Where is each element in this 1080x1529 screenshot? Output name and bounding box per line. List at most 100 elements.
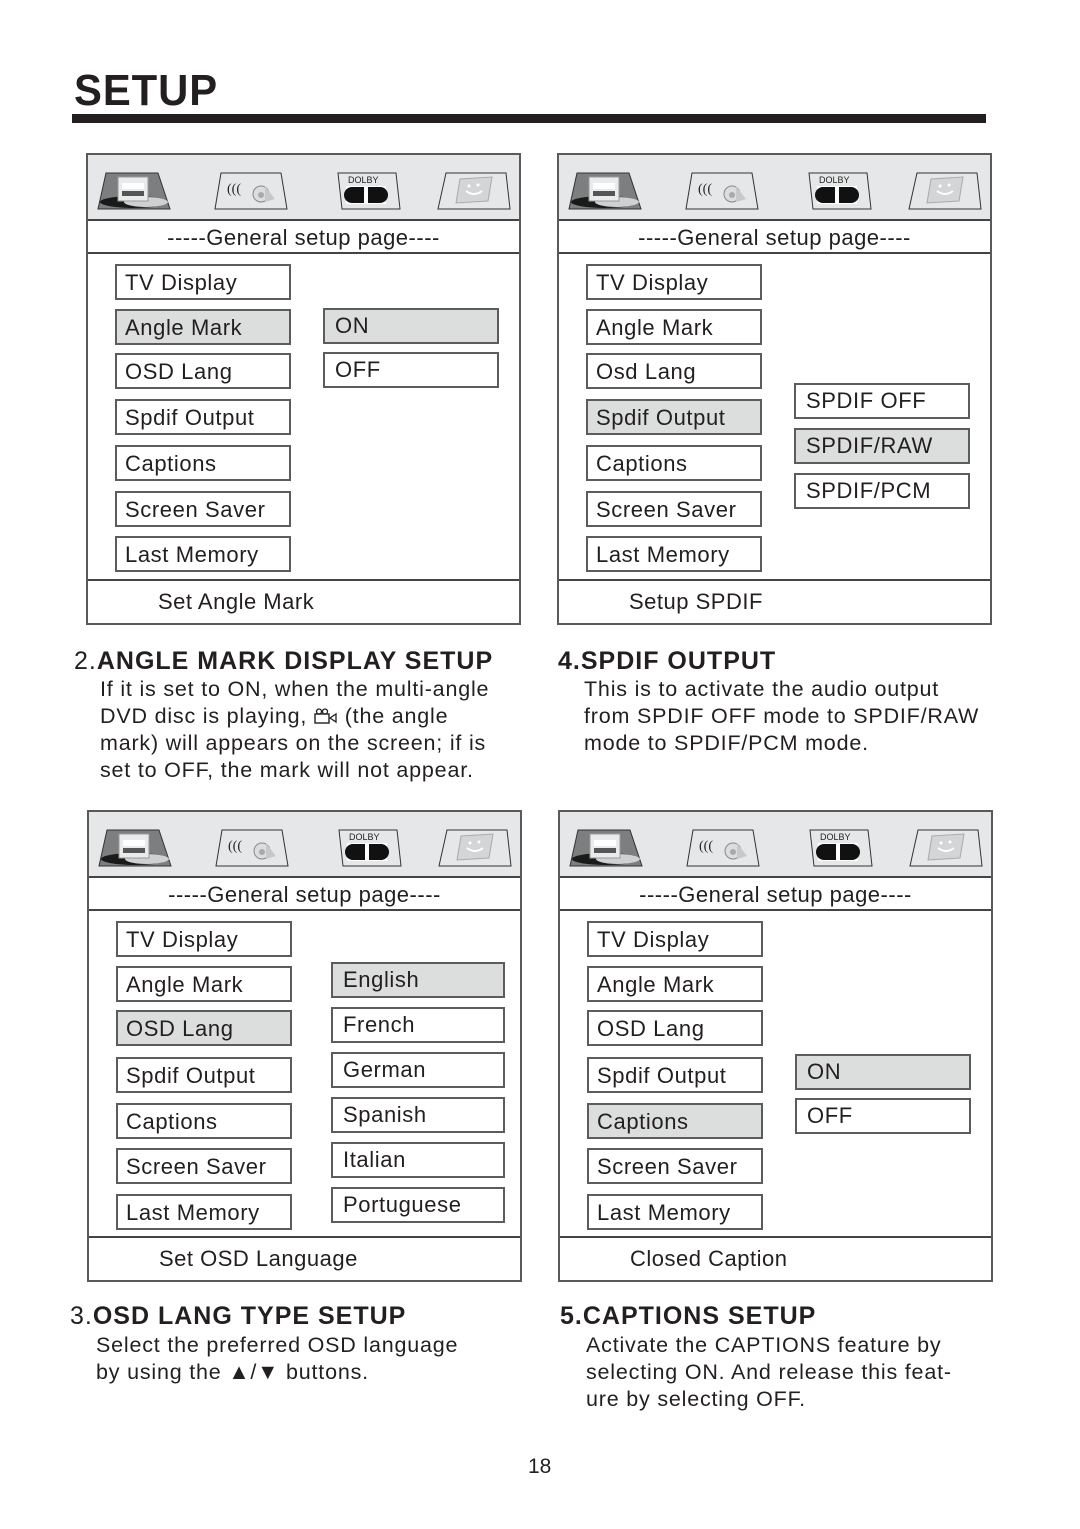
menu-item-tv-display[interactable]: TV Display	[586, 264, 762, 300]
menu-item-last-memory[interactable]: Last Memory	[116, 1194, 292, 1230]
body-line: set to OFF, the mark will not appear.	[100, 758, 474, 782]
page-title: SETUP	[74, 66, 219, 115]
audio-setup-tab-icon[interactable]: (((	[684, 171, 760, 211]
menu-item-angle-mark[interactable]: Angle Mark	[587, 966, 763, 1002]
section-number: 4.	[558, 647, 581, 675]
setup-tab-bar: ((( DOLBY	[559, 155, 990, 221]
menu-item-spdif-output[interactable]: Spdif Output	[586, 399, 762, 435]
body-line: mark) will appears on the screen; if is	[100, 731, 487, 755]
option-french[interactable]: French	[331, 1007, 505, 1043]
option-spdif-pcm[interactable]: SPDIF/PCM	[794, 473, 970, 509]
angle-mark-icon	[314, 708, 337, 724]
general-setup-tab-icon[interactable]	[97, 828, 173, 868]
section-title: CAPTIONS SETUP	[582, 1302, 817, 1330]
option-spdif-raw[interactable]: SPDIF/RAW	[794, 428, 970, 464]
option-italian[interactable]: Italian	[331, 1142, 505, 1178]
menu-item-osd-lang[interactable]: Osd Lang	[586, 353, 762, 389]
option-on[interactable]: ON	[795, 1054, 971, 1090]
option-portuguese[interactable]: Portuguese	[331, 1187, 505, 1223]
menu-item-osd-lang[interactable]: OSD Lang	[115, 353, 291, 389]
section-number: 3.	[70, 1302, 93, 1330]
menu-item-screen-saver[interactable]: Screen Saver	[587, 1148, 763, 1184]
svg-text:(((: (((	[228, 839, 242, 854]
section-heading-spdif: 4.SPDIF OUTPUT	[558, 647, 776, 676]
menu-item-last-memory[interactable]: Last Memory	[586, 536, 762, 572]
dolby-setup-tab-icon[interactable]: DOLBY	[335, 828, 411, 868]
menu-item-captions[interactable]: Captions	[115, 445, 291, 481]
section-title: ANGLE MARK DISPLAY SETUP	[96, 647, 494, 675]
section-body-spdif: This is to activate the audio output fro…	[584, 677, 980, 755]
menu-item-tv-display[interactable]: TV Display	[115, 264, 291, 300]
general-setup-tab-icon[interactable]	[96, 171, 172, 211]
panel-status-hint: Set OSD Language	[89, 1236, 520, 1280]
section-number: 5.	[560, 1302, 583, 1330]
menu-item-screen-saver[interactable]: Screen Saver	[116, 1148, 292, 1184]
dolby-setup-tab-icon[interactable]: DOLBY	[806, 828, 882, 868]
section-heading-osd-lang: 3.OSD LANG TYPE SETUP	[70, 1302, 406, 1331]
general-setup-tab-icon[interactable]	[567, 171, 643, 211]
section-body-captions: Activate the CAPTIONS feature by selecti…	[586, 1333, 952, 1411]
preference-setup-tab-icon[interactable]	[436, 171, 512, 211]
svg-text:DOLBY: DOLBY	[820, 832, 851, 842]
osd-setup-panel-2: ((( DOLBY -----General setup page---- TV…	[557, 153, 992, 625]
dolby-setup-tab-icon[interactable]: DOLBY	[805, 171, 881, 211]
menu-item-screen-saver[interactable]: Screen Saver	[115, 491, 291, 527]
menu-item-captions[interactable]: Captions	[116, 1103, 292, 1139]
option-english[interactable]: English	[331, 962, 505, 998]
section-title: OSD LANG TYPE SETUP	[92, 1302, 407, 1330]
panel-status-hint: Closed Caption	[560, 1236, 991, 1280]
preference-setup-tab-icon[interactable]	[437, 828, 513, 868]
section-body-angle-mark: If it is set to ON, when the multi-angle…	[100, 676, 489, 784]
dolby-setup-tab-icon[interactable]: DOLBY	[334, 171, 410, 211]
section-title: SPDIF OUTPUT	[580, 647, 777, 675]
svg-text:(((: (((	[698, 182, 712, 197]
menu-item-spdif-output[interactable]: Spdif Output	[116, 1057, 292, 1093]
audio-setup-tab-icon[interactable]: (((	[213, 171, 289, 211]
menu-item-spdif-output[interactable]: Spdif Output	[115, 399, 291, 435]
svg-text:(((: (((	[699, 839, 713, 854]
menu-item-captions[interactable]: Captions	[586, 445, 762, 481]
osd-setup-panel-4: ((( DOLBY -----General setup page---- TV…	[558, 810, 993, 1282]
setup-tab-bar: ((( DOLBY	[560, 812, 991, 878]
menu-item-tv-display[interactable]: TV Display	[116, 921, 292, 957]
menu-item-osd-lang[interactable]: OSD Lang	[116, 1010, 292, 1046]
preference-setup-tab-icon[interactable]	[908, 828, 984, 868]
option-german[interactable]: German	[331, 1052, 505, 1088]
svg-text:DOLBY: DOLBY	[349, 832, 380, 842]
menu-item-osd-lang[interactable]: OSD Lang	[587, 1010, 763, 1046]
menu-item-captions[interactable]: Captions	[587, 1103, 763, 1139]
option-off[interactable]: OFF	[323, 352, 499, 388]
body-text: (the angle	[337, 704, 449, 728]
option-spanish[interactable]: Spanish	[331, 1097, 505, 1133]
preference-setup-tab-icon[interactable]	[907, 171, 983, 211]
menu-item-last-memory[interactable]: Last Memory	[587, 1194, 763, 1230]
body-line: If it is set to ON, when the multi-angle	[100, 677, 490, 701]
menu-item-screen-saver[interactable]: Screen Saver	[586, 491, 762, 527]
option-on[interactable]: ON	[323, 308, 499, 344]
option-off[interactable]: OFF	[795, 1098, 971, 1134]
menu-item-angle-mark[interactable]: Angle Mark	[116, 966, 292, 1002]
panel-status-hint: Set Angle Mark	[88, 579, 519, 623]
svg-text:DOLBY: DOLBY	[819, 175, 850, 185]
audio-setup-tab-icon[interactable]: (((	[685, 828, 761, 868]
setup-page-title: -----General setup page----	[560, 878, 991, 911]
osd-setup-panel-1: ((( DOLBY -----General setup page---- TV…	[86, 153, 521, 625]
menu-item-spdif-output[interactable]: Spdif Output	[587, 1057, 763, 1093]
svg-text:DOLBY: DOLBY	[348, 175, 379, 185]
menu-item-tv-display[interactable]: TV Display	[587, 921, 763, 957]
setup-page-title: -----General setup page----	[89, 878, 520, 911]
body-text: DVD disc is playing,	[100, 704, 314, 728]
section-heading-angle-mark: 2.ANGLE MARK DISPLAY SETUP	[74, 647, 493, 676]
body-line: DVD disc is playing, (the angle	[100, 703, 489, 730]
menu-item-angle-mark[interactable]: Angle Mark	[115, 309, 291, 345]
setup-tab-bar: ((( DOLBY	[88, 155, 519, 221]
osd-setup-panel-3: ((( DOLBY -----General setup page---- TV…	[87, 810, 522, 1282]
general-setup-tab-icon[interactable]	[568, 828, 644, 868]
panel-status-hint: Setup SPDIF	[559, 579, 990, 623]
audio-setup-tab-icon[interactable]: (((	[214, 828, 290, 868]
menu-item-angle-mark[interactable]: Angle Mark	[586, 309, 762, 345]
menu-item-last-memory[interactable]: Last Memory	[115, 536, 291, 572]
option-spdif-off[interactable]: SPDIF OFF	[794, 383, 970, 419]
section-number: 2.	[74, 647, 97, 675]
page-number: 18	[528, 1455, 552, 1478]
